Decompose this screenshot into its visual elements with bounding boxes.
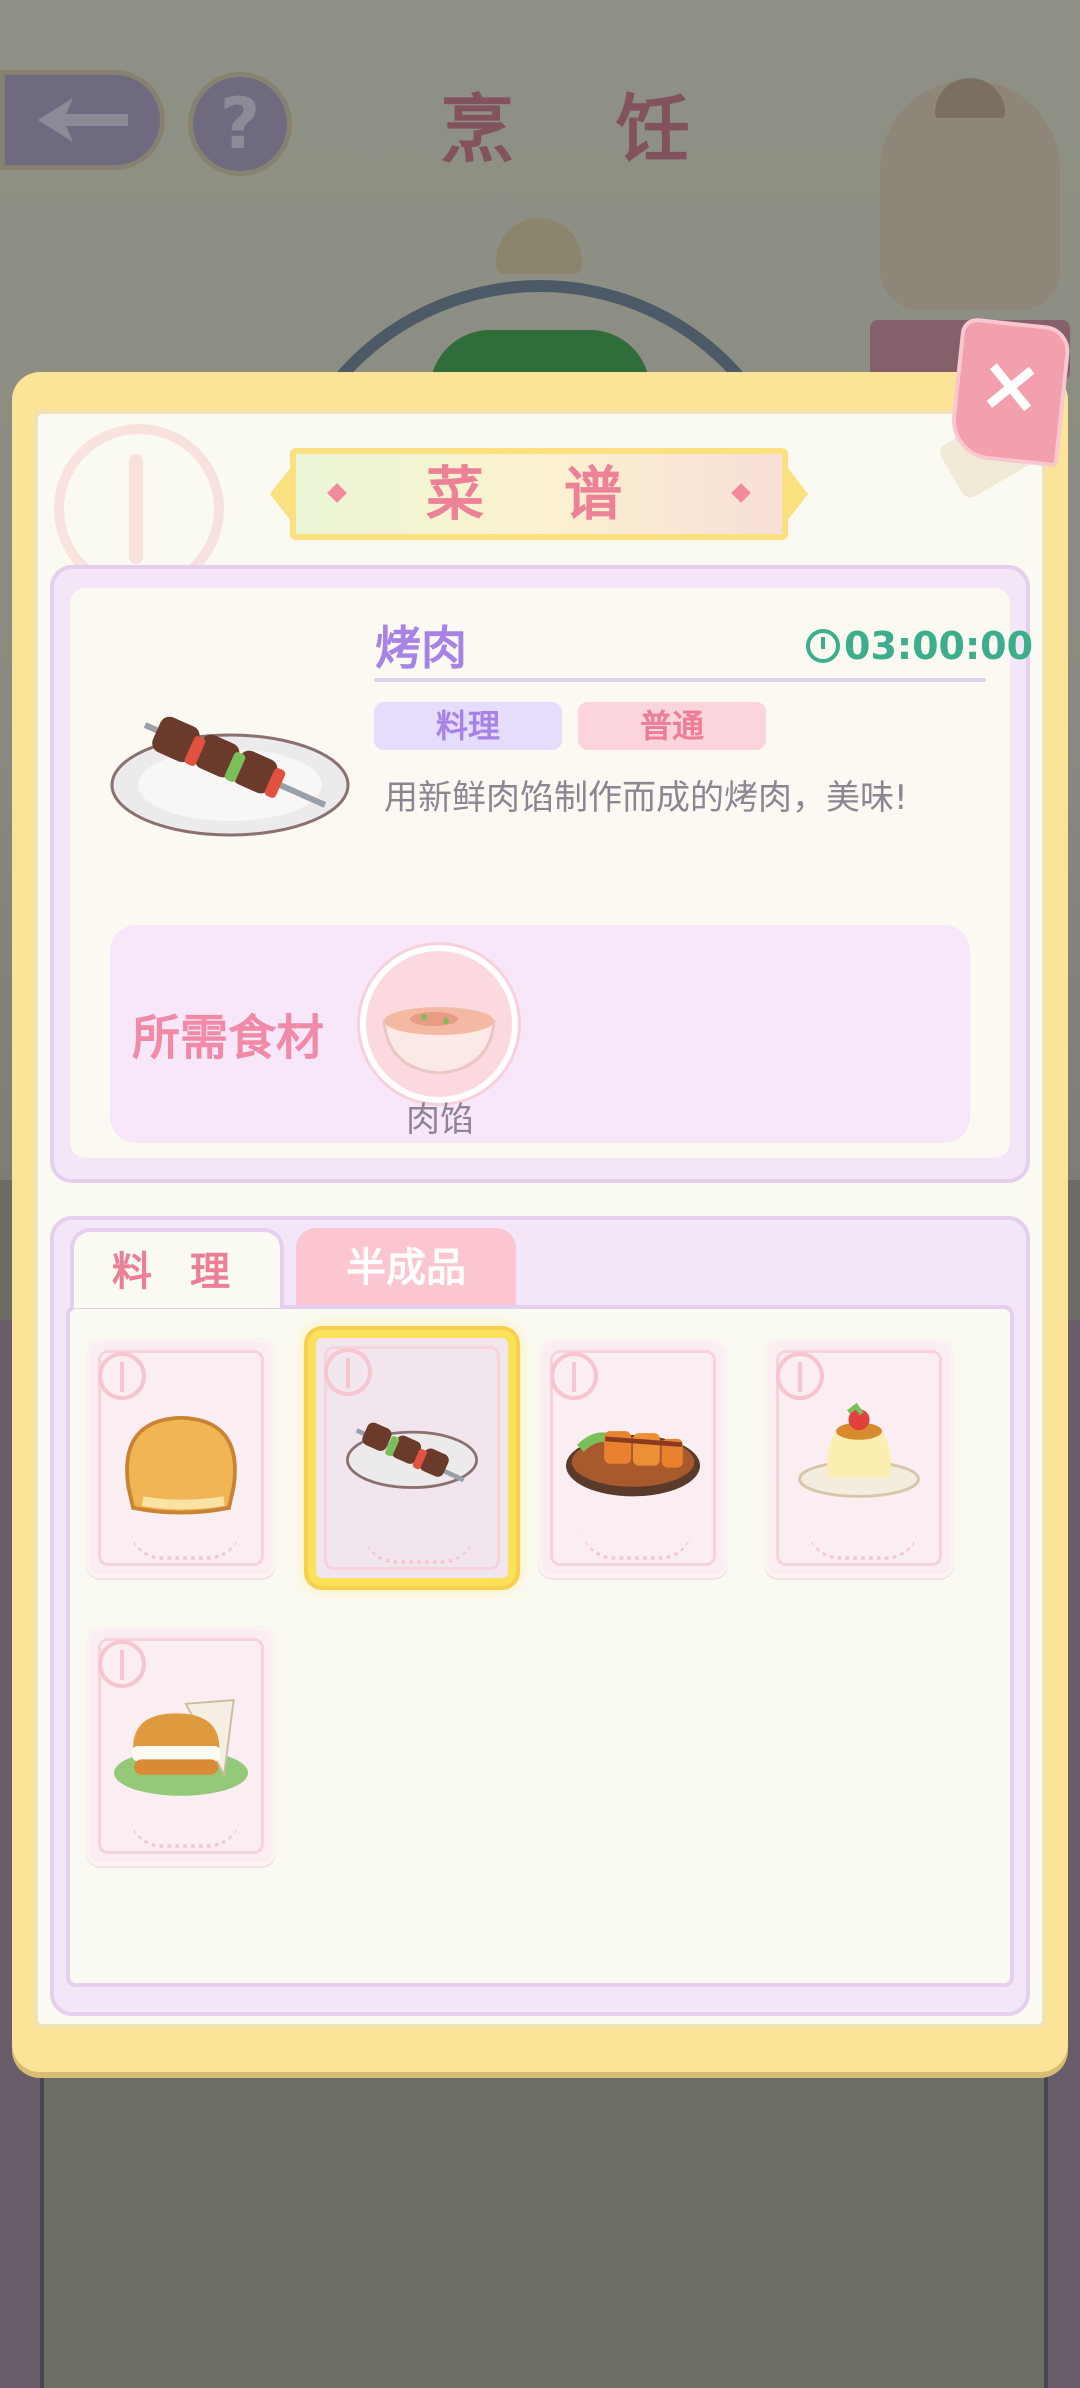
back-arrow-icon [37,98,128,142]
recipe-card-pudding[interactable] [764,1338,954,1578]
skewer-icon [346,1422,478,1489]
meat-filling-bowl-icon [382,1007,496,1075]
help-button[interactable]: ? [188,72,292,176]
tonkatsu-icon [565,1431,701,1497]
tab-semi-finished[interactable]: 半成品 [296,1228,516,1308]
recipe-card-burger[interactable] [86,1626,276,1866]
cooking-title: 烹 饪 [440,87,728,173]
background-counter [40,2060,1048,2388]
ingredient-name: 肉馅 [406,1100,474,1140]
burger-icon [113,1698,249,1796]
back-button[interactable] [0,70,165,170]
close-icon: × [974,336,1048,433]
skewer-dish-icon [110,716,350,837]
recipe-card-tonkatsu[interactable] [538,1338,728,1578]
tab-dishes[interactable]: 料 理 [70,1228,284,1308]
cook-time-value: 03:00:00 [844,624,1034,668]
title-ribbon: 菜 谱 [270,448,808,540]
close-button[interactable]: × [947,316,1073,468]
ingredient-slot[interactable] [360,945,518,1103]
rarity-tag: 普通 [578,702,766,750]
clock-icon [806,629,840,663]
pudding-icon [798,1402,920,1498]
dish-name: 烤肉 [375,621,467,675]
recipe-card-bread[interactable] [86,1338,276,1578]
category-tag: 料理 [374,702,562,750]
bread-icon [125,1415,237,1515]
dish-description: 用新鲜肉馅制作而成的烤肉，美味! [384,778,908,818]
dialog-title: 菜 谱 [425,460,653,528]
cook-time: 03:00:00 [806,624,1033,668]
recipe-card-skewer[interactable] [308,1330,516,1586]
help-icon: ? [219,83,261,165]
ingredients-label: 所需食材 [132,1010,325,1066]
title-divider [374,678,986,682]
